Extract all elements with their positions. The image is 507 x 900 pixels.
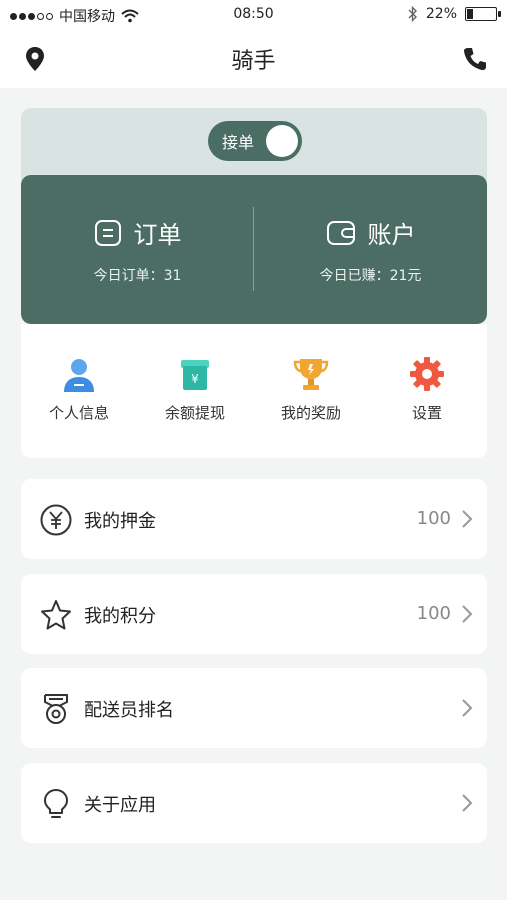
menu-row-value: 100 (416, 603, 451, 624)
account-today-earned: 今日已赚：21元 (319, 268, 422, 284)
orders-today-count: 今日订单：31 (93, 268, 182, 284)
quick-action-label: 余额提现 (164, 404, 225, 422)
menu-row-value: 100 (416, 508, 451, 529)
accept-orders-toggle[interactable]: 接单 (208, 121, 302, 161)
battery-percent: 22% (425, 6, 457, 22)
account-summary[interactable]: 账户 今日已赚：21元 (254, 175, 487, 324)
phone-icon[interactable] (461, 45, 487, 73)
battery-fill (467, 9, 473, 19)
menu-row-about[interactable]: 关于应用 (21, 763, 487, 843)
menu-row-points[interactable]: 我的积分 100 (21, 574, 487, 654)
trophy-icon (293, 359, 329, 390)
lightbulb-icon (44, 789, 68, 818)
svg-text:¥: ¥ (191, 372, 199, 386)
chevron-right-icon (462, 794, 473, 812)
hero-card: 接单 订单 今日订单：31 账户 今日已赚：21元 (21, 108, 487, 324)
bluetooth-icon (408, 6, 417, 22)
quick-action-settings[interactable]: 设置 (369, 354, 485, 423)
status-right: 22% (408, 6, 501, 22)
menu-row-label: 关于应用 (84, 795, 156, 816)
balance-withdraw-icon: ¥ (181, 360, 209, 390)
status-bar: 中国移动 08:50 22% (0, 0, 507, 30)
quick-action-withdraw[interactable]: ¥ 余额提现 (137, 354, 253, 423)
menu-row-label: 我的押金 (84, 511, 156, 532)
chevron-right-icon (462, 510, 473, 528)
orders-title: 订单 (133, 221, 182, 249)
quick-action-label: 个人信息 (48, 404, 109, 422)
chevron-right-icon (462, 699, 473, 717)
person-info-icon (64, 359, 94, 392)
toggle-label: 接单 (222, 133, 255, 152)
chevron-right-icon (462, 605, 473, 623)
wallet-icon (326, 220, 355, 245)
orders-summary[interactable]: 订单 今日订单：31 (21, 175, 254, 324)
star-icon (41, 600, 71, 630)
battery-icon (465, 7, 501, 21)
menu-row-ranking[interactable]: 配送员排名 (21, 668, 487, 748)
summary-panel: 订单 今日订单：31 账户 今日已赚：21元 (21, 175, 487, 324)
nav-bar: 骑手 (0, 30, 507, 88)
quick-action-personal-info[interactable]: 个人信息 (21, 354, 137, 423)
medal-icon (44, 694, 68, 724)
menu-row-deposit[interactable]: 我的押金 100 (21, 479, 487, 559)
order-list-icon (94, 219, 121, 246)
settings-gear-icon (410, 357, 444, 391)
yuan-circle-icon (40, 504, 72, 536)
quick-action-label: 我的奖励 (280, 404, 341, 422)
page-title: 骑手 (231, 49, 276, 74)
menu-row-label: 配送员排名 (84, 700, 174, 721)
quick-action-label: 设置 (411, 404, 442, 422)
menu-row-label: 我的积分 (84, 606, 156, 627)
quick-action-rewards[interactable]: 我的奖励 (253, 354, 369, 423)
quick-actions: 个人信息 ¥ 余额提现 我的奖励 设置 (21, 324, 487, 458)
toggle-knob[interactable] (266, 125, 298, 157)
account-title: 账户 (367, 221, 416, 249)
